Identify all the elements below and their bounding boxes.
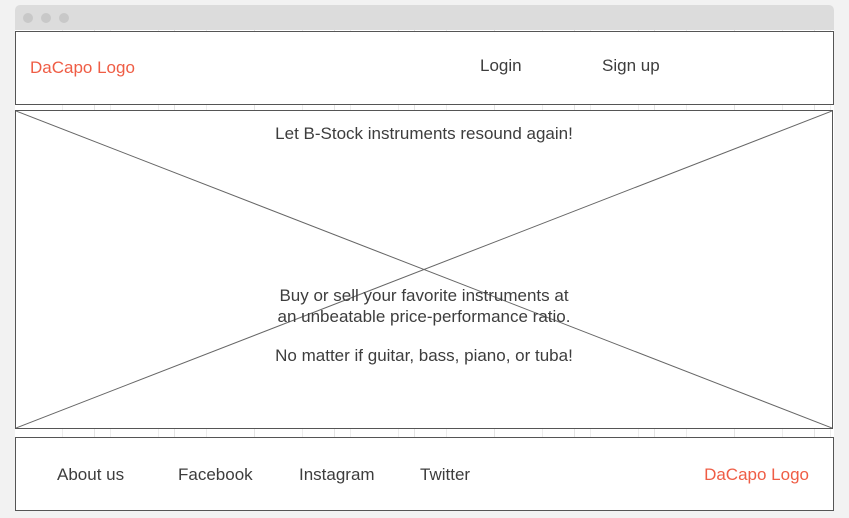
footer-instagram-link[interactable]: Instagram	[299, 465, 375, 485]
window-maximize-dot-icon[interactable]	[59, 13, 69, 23]
header-logo[interactable]: DaCapo Logo	[30, 58, 135, 78]
hero-text-line-3: No matter if guitar, bass, piano, or tub…	[275, 346, 573, 365]
footer-logo[interactable]: DaCapo Logo	[704, 465, 809, 485]
window-minimize-dot-icon[interactable]	[41, 13, 51, 23]
hero-text-line-2: an unbeatable price-performance ratio.	[277, 307, 571, 326]
footer-facebook-link[interactable]: Facebook	[178, 465, 253, 485]
image-placeholder-cross-icon	[16, 111, 832, 428]
site-header: DaCapo Logo Login Sign up	[15, 31, 834, 105]
window-close-dot-icon[interactable]	[23, 13, 33, 23]
hero-title: Let B-Stock instruments resound again!	[275, 124, 573, 143]
site-footer: About us Facebook Instagram Twitter DaCa…	[15, 437, 834, 511]
hero-text-line-1: Buy or sell your favorite instruments at	[279, 286, 569, 305]
login-link[interactable]: Login	[480, 56, 522, 76]
footer-twitter-link[interactable]: Twitter	[420, 465, 470, 485]
footer-about-link[interactable]: About us	[57, 465, 124, 485]
hero-image-placeholder: Let B-Stock instruments resound again! B…	[15, 110, 833, 429]
signup-link[interactable]: Sign up	[602, 56, 660, 76]
window-title-bar	[15, 5, 834, 30]
